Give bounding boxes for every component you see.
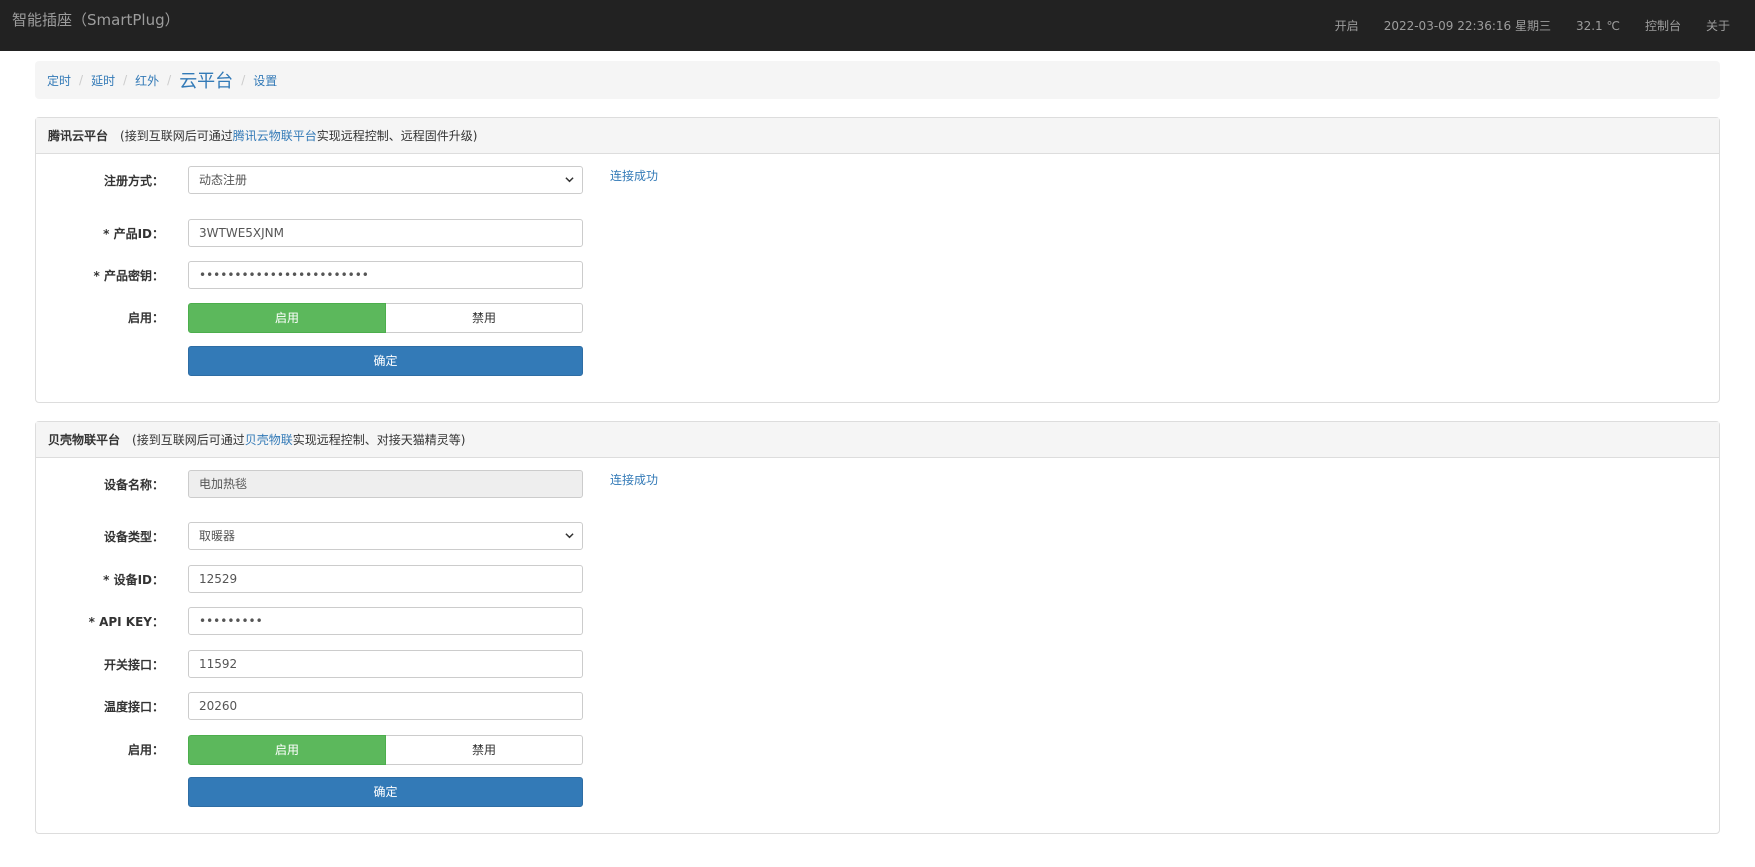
temp-port-input[interactable]: 20260 (188, 692, 583, 720)
bemfa-confirm-row: 确定 (36, 777, 1719, 807)
reg-method-row: 注册方式： 动态注册 连接成功 (36, 166, 1719, 196)
bemfa-enable-row: 启用： 启用 禁用 (36, 735, 1719, 765)
api-key-label: * API KEY： (88, 615, 164, 629)
bemfa-enable-off-button[interactable]: 禁用 (386, 735, 583, 765)
device-type-label: 设备类型： (103, 530, 164, 544)
tencent-panel-title: 腾讯云平台 (48, 129, 109, 143)
device-id-row: * 设备ID： 12529 (36, 565, 1719, 595)
product-id-label: * 产品ID： (103, 227, 164, 241)
bemfa-enable-on-button[interactable]: 启用 (188, 735, 386, 765)
tencent-desc-prefix: (接到互联网后可通过 (120, 129, 233, 143)
bemfa-enable-toggle: 启用 禁用 (188, 735, 583, 765)
tencent-enable-off-button[interactable]: 禁用 (386, 303, 583, 333)
switch-port-label: 开关接口： (103, 658, 164, 672)
switch-port-input[interactable]: 11592 (188, 650, 583, 678)
navbar-right: 开启 2022-03-09 22:36:16 星期三 32.1 ℃ 控制台 关于 (1335, 0, 1755, 51)
device-type-row: 设备类型： 取暖器 (36, 522, 1719, 552)
device-name-label: 设备名称： (103, 478, 164, 492)
product-id-input[interactable]: 3WTWE5XJNM (188, 219, 583, 247)
tencent-enable-label: 启用： (127, 311, 164, 325)
device-name-input: 电加热毯 (188, 470, 583, 498)
power-status[interactable]: 开启 (1335, 17, 1359, 34)
temp-port-label: 温度接口： (103, 700, 164, 714)
product-key-row: * 产品密钥： •••••••••••••••••••••••• (36, 261, 1719, 291)
top-navbar: 智能插座（SmartPlug） 开启 2022-03-09 22:36:16 星… (0, 0, 1755, 51)
device-id-input[interactable]: 12529 (188, 565, 583, 593)
tencent-iot-link[interactable]: 腾讯云物联平台 (233, 127, 317, 144)
bemfa-desc-prefix: (接到互联网后可通过 (132, 433, 245, 447)
device-type-value: 取暖器 (199, 529, 236, 543)
tencent-cloud-panel: 腾讯云平台 (接到互联网后可通过 腾讯云物联平台 实现远程控制、远程固件升级) 注册… (35, 117, 1720, 403)
bemfa-enable-label: 启用： (127, 743, 164, 757)
product-key-label: * 产品密钥： (93, 269, 164, 283)
breadcrumb-cloud-active[interactable]: 云平台 (179, 67, 233, 93)
bemfa-desc-suffix: 实现远程控制、对接天猫精灵等) (292, 433, 466, 447)
device-name-row: 设备名称： 电加热毯 连接成功 (36, 470, 1719, 500)
product-id-row: * 产品ID： 3WTWE5XJNM (36, 219, 1719, 249)
api-key-input[interactable]: ••••••••• (188, 607, 583, 635)
bemfa-panel: 贝壳物联平台 (接到互联网后可通过 贝壳物联 实现远程控制、对接天猫精灵等) 设备名… (35, 421, 1720, 834)
product-key-input[interactable]: •••••••••••••••••••••••• (188, 261, 583, 289)
chevron-down-icon (565, 177, 574, 183)
bemfa-link[interactable]: 贝壳物联 (245, 431, 293, 448)
tencent-enable-row: 启用： 启用 禁用 (36, 303, 1719, 333)
reg-method-value: 动态注册 (199, 173, 248, 187)
temperature-display: 32.1 ℃ (1575, 18, 1620, 33)
device-id-label: * 设备ID： (103, 573, 164, 587)
bemfa-panel-title: 贝壳物联平台 (48, 433, 121, 447)
bemfa-connection-status: 连接成功 (610, 473, 659, 487)
breadcrumb-separator: / (123, 73, 128, 87)
chevron-down-icon (565, 533, 574, 539)
console-link[interactable]: 控制台 (1645, 17, 1681, 34)
breadcrumb-infrared[interactable]: 红外 (135, 72, 159, 89)
breadcrumb-separator: / (79, 73, 84, 87)
device-type-select[interactable]: 取暖器 (188, 522, 583, 550)
about-link[interactable]: 关于 (1706, 17, 1730, 34)
api-key-row: * API KEY： ••••••••• (36, 607, 1719, 637)
bemfa-confirm-button[interactable]: 确定 (188, 777, 583, 807)
breadcrumb-separator: / (167, 73, 172, 87)
breadcrumb-settings[interactable]: 设置 (253, 72, 277, 89)
breadcrumb: 定时 / 延时 / 红外 / 云平台 / 设置 (35, 61, 1720, 99)
bemfa-panel-heading: 贝壳物联平台 (接到互联网后可通过 贝壳物联 实现远程控制、对接天猫精灵等) (36, 422, 1719, 458)
reg-method-select[interactable]: 动态注册 (188, 166, 583, 194)
tencent-confirm-row: 确定 (36, 346, 1719, 376)
breadcrumb-separator: / (241, 73, 246, 87)
tencent-connection-status: 连接成功 (610, 169, 659, 183)
reg-method-label: 注册方式： (103, 174, 164, 188)
tencent-confirm-button[interactable]: 确定 (188, 346, 583, 376)
tencent-enable-toggle: 启用 禁用 (188, 303, 583, 333)
app-brand[interactable]: 智能插座（SmartPlug） (12, 10, 180, 30)
temp-port-row: 温度接口： 20260 (36, 692, 1719, 722)
tencent-panel-heading: 腾讯云平台 (接到互联网后可通过 腾讯云物联平台 实现远程控制、远程固件升级) (36, 118, 1719, 154)
tencent-enable-on-button[interactable]: 启用 (188, 303, 386, 333)
switch-port-row: 开关接口： 11592 (36, 650, 1719, 680)
breadcrumb-timer[interactable]: 定时 (47, 72, 71, 89)
breadcrumb-delay[interactable]: 延时 (91, 72, 115, 89)
tencent-desc-suffix: 实现远程控制、远程固件升级) (316, 129, 478, 143)
datetime-display: 2022-03-09 22:36:16 星期三 (1383, 19, 1551, 33)
